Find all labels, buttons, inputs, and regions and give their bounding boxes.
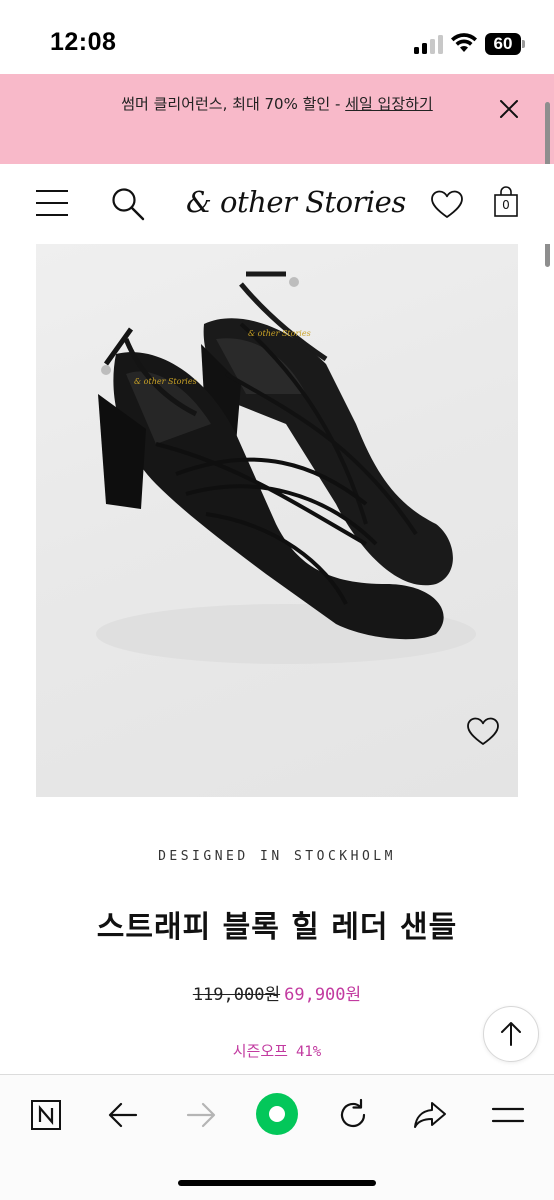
cart-count: 0: [502, 198, 510, 212]
designed-label: DESIGNED IN STOCKHOLM: [158, 849, 396, 864]
price-sale: 69,900원: [284, 985, 362, 1005]
sandals-photo: & other Stories & other Stories: [96, 271, 476, 664]
promo-banner: 썸머 클리어런스, 최대 70% 할인 - 세일 입장하기: [0, 74, 554, 164]
promo-text: 썸머 클리어런스, 최대 70% 할인 - 세일 입장하기: [70, 92, 484, 116]
naver-green-dot-icon[interactable]: [254, 1091, 300, 1137]
wishlist-icon[interactable]: [430, 190, 464, 220]
price-original: 119,000원: [192, 985, 281, 1005]
promo-sale-link[interactable]: 세일 입장하기: [345, 95, 433, 113]
brand-logo[interactable]: & other Stories: [186, 185, 406, 225]
refresh-icon[interactable]: [333, 1095, 373, 1135]
back-arrow-icon[interactable]: [103, 1095, 143, 1135]
discount-row: 시즌오프 41%: [0, 1040, 554, 1061]
svg-text:& other Stories: & other Stories: [248, 329, 311, 338]
product-title: 스트래피 블록 힐 레더 샌들: [96, 910, 458, 945]
menu-icon[interactable]: [34, 187, 70, 219]
scroll-to-top-button[interactable]: [483, 1006, 539, 1062]
price-row: 119,000원 69,900원: [0, 980, 554, 1005]
menu-lines-icon[interactable]: [488, 1095, 528, 1135]
battery-icon: 60: [485, 33, 525, 55]
svg-text:& other Stories: & other Stories: [134, 377, 197, 386]
discount-percent: 41%: [295, 1044, 322, 1060]
share-icon[interactable]: [410, 1095, 450, 1135]
cellular-signal-icon: [414, 34, 444, 54]
home-indicator[interactable]: [178, 1180, 376, 1186]
product-wishlist-icon[interactable]: [466, 714, 500, 748]
status-bar: 12:08 60: [0, 0, 554, 74]
status-time: 12:08: [50, 28, 117, 56]
promo-message: 썸머 클리어런스, 최대 70% 할인 -: [121, 95, 346, 113]
close-icon[interactable]: [494, 94, 524, 124]
shopping-bag-icon[interactable]: 0: [493, 186, 519, 218]
battery-level: 60: [485, 33, 521, 55]
product-image[interactable]: & other Stories & other Stories: [36, 244, 518, 797]
search-icon[interactable]: [110, 186, 146, 222]
arrow-up-icon: [501, 1022, 521, 1046]
naver-n-icon[interactable]: [26, 1095, 66, 1135]
discount-label: 시즌오프: [232, 1042, 288, 1060]
forward-arrow-icon[interactable]: [181, 1095, 221, 1135]
wifi-icon: [451, 33, 477, 52]
